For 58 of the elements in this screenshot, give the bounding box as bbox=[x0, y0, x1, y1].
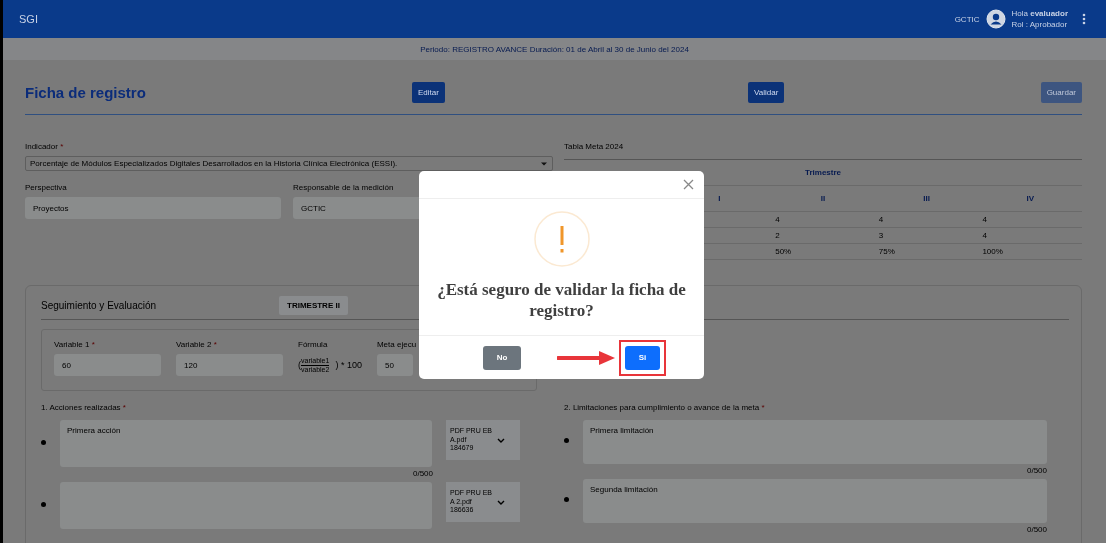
warning-icon bbox=[533, 211, 590, 267]
section-label: 1. Acciones realizadas * bbox=[41, 403, 127, 412]
column-header: III bbox=[874, 185, 979, 212]
dialog-button[interactable]: No bbox=[483, 345, 521, 370]
field-label: Perspectiva bbox=[25, 183, 68, 192]
period-bar: Periodo: REGISTRO AVANCE Duración: 01 de Abril al 30 de Junio del 2024 bbox=[3, 38, 1106, 60]
character-counter: 0/500 bbox=[1025, 525, 1047, 534]
table-cell: 4 bbox=[978, 211, 1082, 228]
text-area[interactable]: Segunda limitación bbox=[583, 479, 1047, 523]
text-area[interactable]: Primera limitación bbox=[583, 420, 1047, 464]
field-label: Variable 2 * bbox=[176, 340, 218, 349]
app-brand: SGI bbox=[19, 13, 38, 25]
user-role: Rol : Aprobador bbox=[1011, 20, 1068, 29]
toolbar-button[interactable]: Validar bbox=[748, 81, 785, 103]
close-icon[interactable] bbox=[683, 179, 694, 190]
table-cell: 75% bbox=[874, 243, 979, 260]
field-label: Responsable de la medición bbox=[293, 183, 395, 192]
bullet-icon bbox=[41, 501, 46, 507]
table-cell: 4 bbox=[874, 211, 979, 228]
table-title: Tabla Meta 2024 bbox=[564, 142, 1082, 160]
indicator-select[interactable]: Porcentaje de Módulos Especializados Digitales Desarrollados en la Historia Clínica Electrónica (ESSI). bbox=[25, 156, 553, 171]
table-cell: 100% bbox=[978, 243, 1082, 260]
bullet-icon bbox=[41, 439, 46, 445]
table-cell: 2 bbox=[771, 227, 875, 244]
variable-field[interactable]: 60 bbox=[54, 354, 161, 376]
field-label: Meta ejecu bbox=[376, 340, 417, 349]
section-title: Seguimiento y Evaluación bbox=[41, 300, 158, 311]
bullet-icon bbox=[564, 438, 569, 443]
field-label: Variable 1 * bbox=[54, 340, 96, 349]
dropdown-caret-icon bbox=[540, 160, 548, 167]
variable-field[interactable]: 120 bbox=[176, 354, 283, 376]
dialog-message: ¿Está seguro de validar la ficha de registro? bbox=[436, 279, 687, 321]
field-label: Fórmula bbox=[298, 340, 329, 349]
text-area[interactable]: Primera acción bbox=[60, 420, 432, 467]
table-cell: 4 bbox=[978, 227, 1082, 244]
dialog-button[interactable]: Si bbox=[625, 345, 660, 370]
character-counter: 0/500 bbox=[1025, 466, 1047, 475]
kebab-menu-icon[interactable] bbox=[1082, 13, 1086, 25]
column-header: IV bbox=[978, 185, 1082, 212]
bullet-icon bbox=[564, 497, 569, 502]
user-avatar-icon[interactable] bbox=[985, 9, 1006, 29]
page-title: Ficha de registro bbox=[25, 83, 147, 101]
user-greeting: Hola evaluador bbox=[1011, 9, 1068, 18]
goal-field[interactable]: 50 bbox=[376, 354, 413, 376]
toolbar-button[interactable]: Editar bbox=[412, 81, 445, 103]
quarter-badge: TRIMESTRE II bbox=[279, 296, 348, 315]
organization-label: GCTIC bbox=[954, 14, 980, 24]
chevron-down-icon bbox=[497, 437, 505, 443]
column-header: II bbox=[771, 185, 875, 212]
field-label: Indicador * bbox=[25, 142, 65, 151]
table-cell: 4 bbox=[771, 211, 875, 228]
pointer-arrow bbox=[557, 350, 615, 365]
table-cell: 50% bbox=[771, 243, 875, 260]
section-label: 2. Limitaciones para cumplimiento o avance de la meta * bbox=[564, 403, 766, 412]
table-cell: 3 bbox=[874, 227, 979, 244]
perspective-field[interactable]: Proyectos bbox=[25, 197, 281, 219]
character-counter: 0/500 bbox=[411, 469, 433, 478]
chevron-down-icon bbox=[497, 499, 505, 505]
